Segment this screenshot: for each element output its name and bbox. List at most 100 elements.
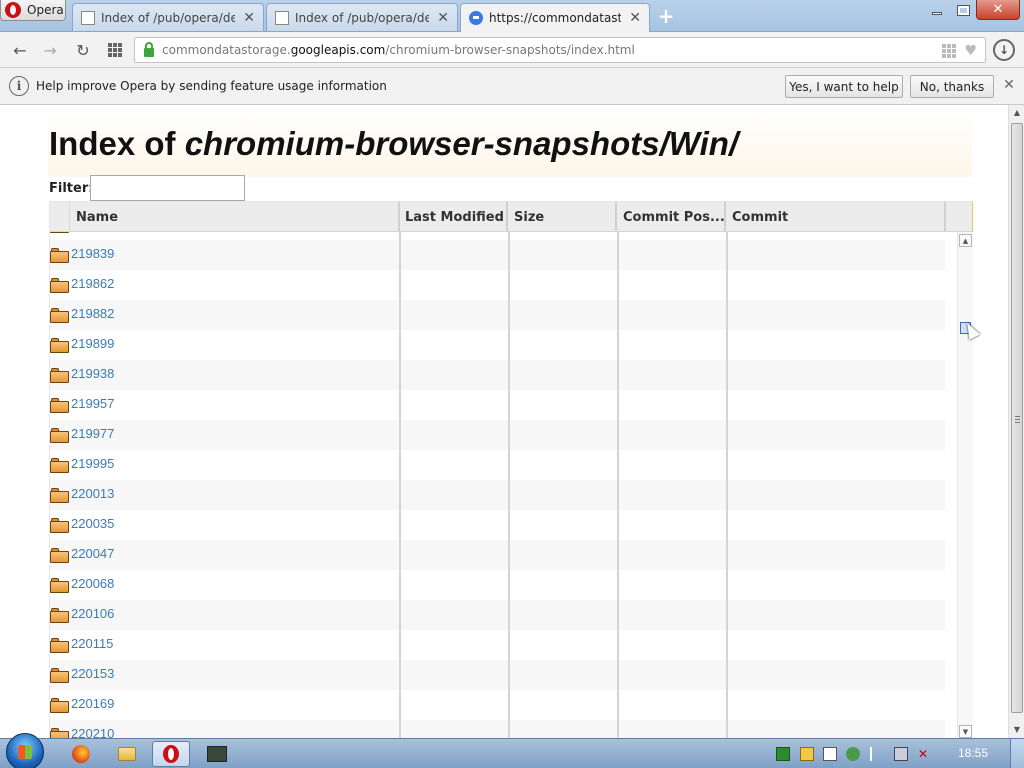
taskbar-opera[interactable] — [152, 741, 190, 767]
start-button[interactable] — [6, 733, 44, 768]
back-button[interactable]: ← — [9, 39, 31, 61]
taskbar-clock[interactable]: 18:55 — [958, 746, 988, 760]
folder-link[interactable]: 219938 — [71, 366, 114, 381]
folder-icon — [50, 368, 69, 383]
folder-icon — [50, 698, 69, 713]
yes-help-button[interactable]: Yes, I want to help — [785, 75, 903, 98]
column-header-commit-position[interactable]: Commit Pos... — [617, 202, 726, 232]
folder-link[interactable]: 219839 — [71, 246, 114, 261]
action-center-flag-icon[interactable] — [870, 747, 884, 761]
tray-notes-icon[interactable] — [800, 747, 814, 761]
table-header: Name Last Modified Size Commit Pos... Co… — [50, 202, 972, 232]
column-header-name[interactable]: Name — [70, 202, 400, 232]
page-icon — [81, 10, 95, 25]
tray-app-icon[interactable] — [776, 747, 790, 761]
scroll-down-arrow-icon[interactable]: ▼ — [959, 725, 972, 738]
minimize-icon — [932, 11, 942, 15]
no-thanks-button[interactable]: No, thanks — [910, 75, 994, 98]
folder-link[interactable]: 219899 — [71, 336, 114, 351]
tab-title: Index of /pub/opera/desk — [101, 10, 235, 25]
file-table: Name Last Modified Size Commit Pos... Co… — [49, 201, 973, 738]
table-row: 220210 — [50, 720, 945, 738]
show-desktop-button[interactable] — [1010, 739, 1024, 768]
opera-menu-label: Opera — [27, 3, 64, 17]
folder-link[interactable]: 219957 — [71, 396, 114, 411]
site-favicon-icon — [469, 11, 483, 25]
folder-link[interactable]: 220013 — [71, 486, 114, 501]
address-bar[interactable]: commondatastorage.googleapis.com/chromiu… — [134, 37, 986, 63]
table-row: 220035 — [50, 510, 945, 540]
folder-link[interactable]: 220169 — [71, 696, 114, 711]
folder-link[interactable]: 220106 — [71, 606, 114, 621]
url-text: commondatastorage.googleapis.com/chromiu… — [162, 43, 635, 57]
folder-link[interactable]: 219977 — [71, 426, 114, 441]
speed-dial-add-icon[interactable] — [942, 44, 957, 58]
table-row: 220153 — [50, 660, 945, 690]
forward-button[interactable]: → — [39, 39, 61, 61]
tab-close-icon[interactable]: ✕ — [243, 10, 255, 26]
table-row: 219899 — [50, 330, 945, 360]
folder-link[interactable]: 220035 — [71, 516, 114, 531]
folder-icon — [50, 548, 69, 563]
column-header-last-modified[interactable]: Last Modified — [399, 202, 508, 232]
folder-icon — [50, 608, 69, 623]
taskbar-explorer[interactable] — [108, 741, 146, 767]
speed-dial-button[interactable] — [104, 39, 126, 61]
column-header-commit[interactable]: Commit — [726, 202, 946, 232]
taskbar-terminal[interactable] — [198, 741, 236, 767]
info-icon: i — [9, 76, 29, 96]
reload-button[interactable]: ↻ — [72, 39, 94, 61]
table-row: 219995 — [50, 450, 945, 480]
folder-icon — [50, 668, 69, 683]
maximize-button[interactable] — [950, 0, 976, 20]
minimize-button[interactable] — [924, 0, 950, 20]
page-scrollbar-thumb[interactable] — [1011, 123, 1023, 713]
downloads-button[interactable]: ↓ — [993, 39, 1015, 61]
scroll-up-icon[interactable]: ▲ — [1010, 105, 1024, 121]
tab-commondatastorage[interactable]: https://commondatastorag ✕ — [460, 3, 650, 32]
network-icon[interactable] — [894, 747, 908, 761]
table-row: 219839 — [50, 240, 945, 270]
table-scrollbar[interactable]: ▲ ▼ — [957, 232, 973, 738]
folder-link[interactable]: 220115 — [71, 636, 113, 651]
folder-link[interactable]: 219882 — [71, 306, 114, 321]
taskbar-firefox[interactable] — [62, 741, 100, 767]
folder-link[interactable]: 219995 — [71, 456, 114, 471]
volume-muted-icon[interactable]: ✕ — [918, 747, 932, 761]
opera-menu-button[interactable]: Opera — [0, 0, 66, 21]
title-bar: Opera Index of /pub/opera/desk ✕ Index o… — [0, 0, 1024, 32]
new-tab-plus-icon[interactable]: + — [656, 6, 676, 26]
folder-link[interactable]: 220068 — [71, 576, 114, 591]
folder-icon — [50, 638, 69, 653]
tab-close-icon[interactable]: ✕ — [629, 10, 641, 26]
tab-close-icon[interactable]: ✕ — [437, 10, 449, 26]
scroll-down-icon[interactable]: ▼ — [1010, 722, 1024, 738]
folder-link[interactable]: 219862 — [71, 276, 114, 291]
arrow-right-icon: → — [43, 40, 57, 60]
taskbar: ✕ 18:55 — [0, 733, 1024, 768]
table-row: 220169 — [50, 690, 945, 720]
column-divider — [617, 232, 619, 738]
folder-link[interactable]: 220210 — [71, 726, 114, 738]
opera-logo-icon — [5, 2, 21, 18]
window-close-button[interactable]: ✕ — [976, 0, 1020, 20]
folder-icon — [50, 488, 69, 503]
tab-index-opera-1[interactable]: Index of /pub/opera/desk ✕ — [72, 3, 264, 31]
filter-input[interactable] — [90, 175, 245, 201]
tray-document-icon[interactable] — [823, 747, 837, 761]
grid-icon — [108, 43, 122, 57]
bookmark-heart-icon[interactable]: ♥ — [964, 43, 977, 59]
folder-link[interactable]: 220153 — [71, 666, 114, 681]
info-bar-close-icon[interactable]: ✕ — [1002, 78, 1016, 92]
maximize-icon — [956, 4, 970, 16]
tray-security-icon[interactable] — [846, 747, 860, 761]
page-scrollbar[interactable]: ▲ ▼ — [1008, 105, 1024, 738]
firefox-icon — [72, 745, 90, 763]
tab-index-opera-2[interactable]: Index of /pub/opera/desk ✕ — [266, 3, 458, 31]
column-header-size[interactable]: Size — [508, 202, 617, 232]
folder-icon — [50, 578, 69, 593]
column-divider — [399, 232, 401, 738]
scroll-up-arrow-icon[interactable]: ▲ — [959, 234, 972, 247]
download-arrow-icon: ↓ — [998, 43, 1010, 57]
folder-link[interactable]: 220047 — [71, 546, 114, 561]
